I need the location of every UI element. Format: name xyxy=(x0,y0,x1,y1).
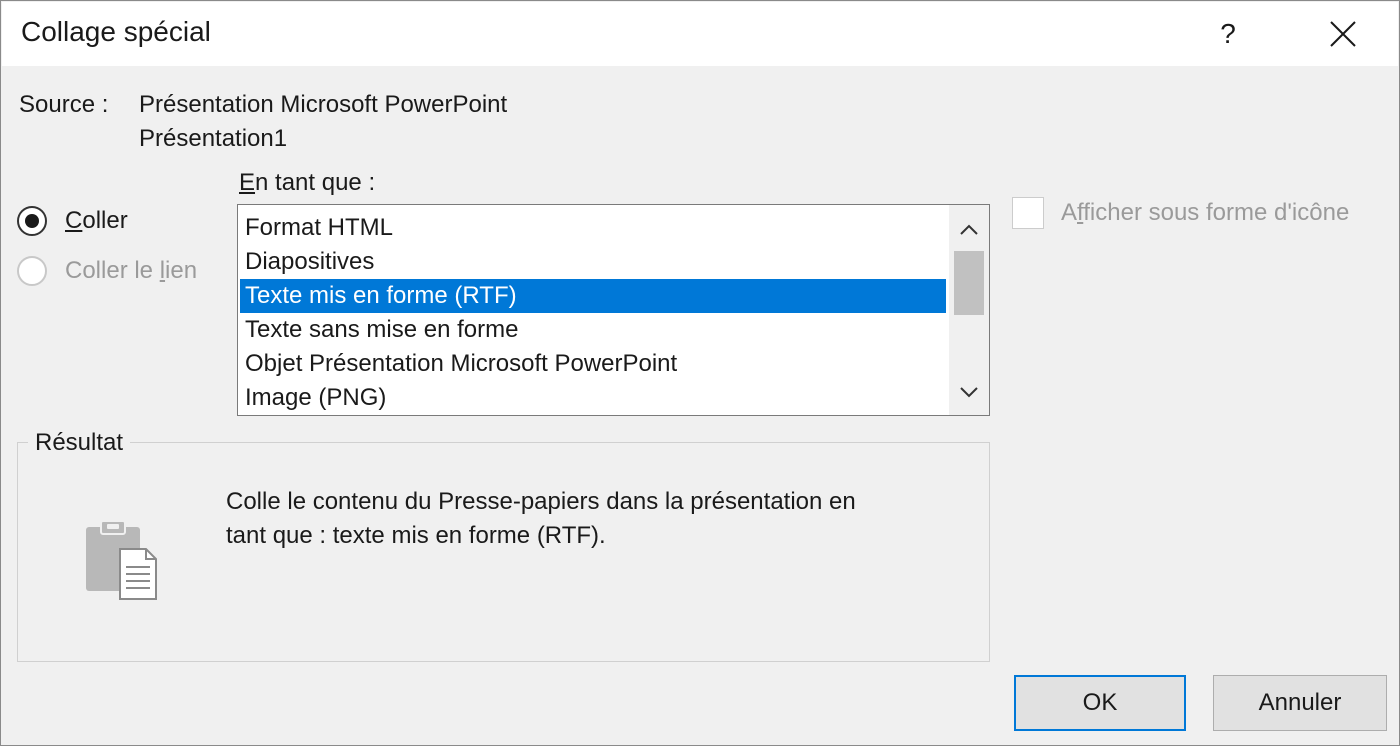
display-as-icon-label: Afficher sous forme d'icône xyxy=(1061,199,1349,227)
cancel-button[interactable]: Annuler xyxy=(1213,675,1387,731)
dialog-title: Collage spécial xyxy=(21,16,211,47)
display-as-icon-checkbox[interactable] xyxy=(1012,197,1044,229)
list-item-slides[interactable]: Diapositives xyxy=(240,245,946,279)
chevron-up-icon xyxy=(960,224,978,235)
display-as-icon-rest: ficher sous forme d'icône xyxy=(1083,199,1350,226)
help-button[interactable]: ? xyxy=(1198,2,1258,66)
list-item-powerpoint-object[interactable]: Objet Présentation Microsoft PowerPoint xyxy=(240,347,946,381)
result-description: Colle le contenu du Presse-papiers dans … xyxy=(226,485,966,553)
close-icon xyxy=(1330,21,1356,47)
paste-link-radio[interactable] xyxy=(17,256,47,286)
scroll-down-button[interactable] xyxy=(949,375,989,409)
listbox-scrollbar[interactable] xyxy=(949,205,989,415)
paste-radio-label: Coller xyxy=(65,207,128,235)
paste-label-rest: oller xyxy=(82,207,128,234)
paste-link-label-pre: Coller le xyxy=(65,257,160,284)
result-line-1: Colle le contenu du Presse-papiers dans … xyxy=(226,488,856,515)
display-as-icon-pre: A xyxy=(1061,199,1078,226)
as-type-listbox[interactable]: Format HTML Diapositives Texte mis en fo… xyxy=(237,204,990,416)
list-item-rtf[interactable]: Texte mis en forme (RTF) xyxy=(240,279,946,313)
paste-accel: C xyxy=(65,207,83,234)
result-group: Résultat Colle le contenu du Presse-papi… xyxy=(17,430,990,662)
list-item-plain-text[interactable]: Texte sans mise en forme xyxy=(240,313,946,347)
result-legend: Résultat xyxy=(28,430,131,456)
scroll-up-button[interactable] xyxy=(949,213,989,247)
title-bar: Collage spécial ? xyxy=(2,2,1398,66)
list-item-png-image[interactable]: Image (PNG) xyxy=(240,381,946,415)
ok-button[interactable]: OK xyxy=(1014,675,1186,731)
chevron-down-icon xyxy=(960,387,978,398)
paste-special-dialog: Collage spécial ? Source : Présentation … xyxy=(0,0,1400,746)
as-type-label: En tant que : xyxy=(239,169,375,197)
clipboard-paste-icon xyxy=(86,520,157,600)
source-document: Présentation1 xyxy=(139,125,288,152)
close-button[interactable] xyxy=(1298,2,1388,66)
display-as-icon-option[interactable]: Afficher sous forme d'icône xyxy=(1012,197,1349,229)
result-line-2: tant que : texte mis en forme (RTF). xyxy=(226,522,606,549)
paste-link-radio-label: Coller le lien xyxy=(65,257,197,285)
paste-link-label-rest: ien xyxy=(165,257,198,284)
paste-radio[interactable] xyxy=(17,206,47,236)
paste-radio-option[interactable]: Coller xyxy=(17,206,128,236)
as-type-accel: E xyxy=(239,169,256,196)
paste-link-radio-option[interactable]: Coller le lien xyxy=(17,256,197,286)
list-item-format-html[interactable]: Format HTML xyxy=(240,211,946,245)
as-type-text: n tant que : xyxy=(255,169,376,196)
scroll-thumb[interactable] xyxy=(954,251,984,315)
source-label: Source : xyxy=(19,91,109,118)
source-app: Présentation Microsoft PowerPoint xyxy=(139,91,508,118)
